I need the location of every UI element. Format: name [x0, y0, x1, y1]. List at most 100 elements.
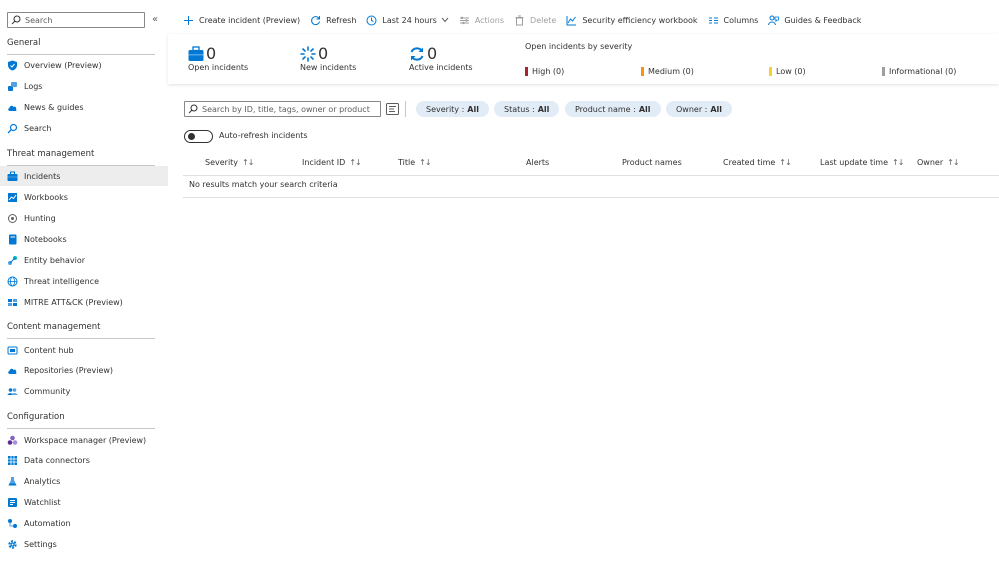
sidebar-item-logs[interactable]: Logs: [0, 76, 168, 96]
sidebar-item-hunting[interactable]: Hunting: [0, 208, 168, 228]
sidebar-item-notebooks[interactable]: Notebooks: [0, 229, 168, 249]
open-incidents-stat: 0 Open incidents: [188, 44, 249, 73]
severity-high-label: High (0): [532, 67, 565, 76]
divider: [405, 101, 406, 117]
sidebar-item-repositories[interactable]: Repositories (Preview): [0, 360, 168, 380]
sidebar-item-label: Repositories (Preview): [24, 365, 114, 375]
toggle-knob: [188, 133, 195, 140]
new-incidents-stat: 0 New incidents: [300, 44, 356, 73]
copilot-search-icon[interactable]: [386, 103, 399, 115]
divider: [183, 197, 999, 198]
delete-button[interactable]: Delete: [514, 15, 556, 26]
sidebar-item-automation[interactable]: Automation: [0, 513, 168, 533]
severity-high: High (0): [525, 67, 564, 76]
column-header-product-names[interactable]: Product names: [622, 158, 682, 167]
divider: [7, 338, 155, 339]
columns-icon: [708, 15, 719, 26]
section-threat-management-title: Threat management: [7, 149, 95, 159]
briefcase-icon: [188, 46, 204, 62]
column-header-incident-id[interactable]: Incident ID ↑↓: [302, 158, 362, 167]
sidebar-item-threat-intelligence[interactable]: Threat intelligence: [0, 271, 168, 291]
filter-name: Owner :: [676, 104, 708, 114]
sidebar-item-label: Incidents: [24, 171, 61, 181]
refresh-icon: [310, 15, 321, 26]
sidebar-item-workspace-manager[interactable]: Workspace manager (Preview): [0, 430, 168, 450]
severity-medium: Medium (0): [641, 67, 694, 76]
incident-summary: 0 Open incidents 0 New incidents 0 Activ…: [168, 34, 999, 84]
sidebar-item-analytics[interactable]: Analytics: [0, 471, 168, 491]
sidebar-item-incidents[interactable]: Incidents: [0, 166, 168, 186]
column-header-severity[interactable]: Severity ↑↓: [205, 158, 254, 167]
column-header-label: Incident ID: [302, 158, 346, 167]
incident-search-input[interactable]: Search by ID, title, tags, owner or prod…: [184, 101, 381, 117]
sidebar-item-news-guides[interactable]: News & guides: [0, 97, 168, 117]
create-incident-button[interactable]: Create incident (Preview): [183, 15, 300, 26]
logs-icon: [7, 81, 18, 92]
severity-low-label: Low (0): [776, 67, 806, 76]
new-incidents-count: 0: [318, 44, 329, 63]
status-filter[interactable]: Status : All: [494, 101, 560, 117]
notebook-icon: [7, 234, 18, 245]
sidebar-item-settings[interactable]: Settings: [0, 534, 168, 554]
filter-name: Status :: [504, 104, 535, 114]
sidebar-search-input[interactable]: Search: [7, 12, 145, 28]
trash-icon: [514, 15, 525, 26]
sidebar-item-data-connectors[interactable]: Data connectors: [0, 450, 168, 470]
cloud-icon: [7, 365, 18, 376]
guides-feedback-button[interactable]: Guides & Feedback: [768, 15, 861, 26]
security-efficiency-workbook-button[interactable]: Security efficiency workbook: [566, 15, 698, 26]
chart-icon: [566, 15, 577, 26]
severity-high-marker: [525, 67, 528, 76]
sort-icon: ↑↓: [242, 158, 254, 167]
workbook-icon: [7, 192, 18, 203]
severity-filter[interactable]: Severity : All: [416, 101, 489, 117]
gear-icon: [7, 539, 18, 550]
column-header-owner[interactable]: Owner ↑↓: [917, 158, 960, 167]
auto-refresh-toggle[interactable]: [184, 130, 213, 143]
refresh-button[interactable]: Refresh: [310, 15, 356, 26]
severity-informational: Informational (0): [882, 67, 956, 76]
entity-icon: [7, 255, 18, 266]
column-header-title[interactable]: Title ↑↓: [398, 158, 432, 167]
sidebar-item-mitre[interactable]: MITRE ATT&CK (Preview): [0, 292, 168, 312]
filter-value: All: [537, 104, 550, 114]
column-header-created-time[interactable]: Created time ↑↓: [723, 158, 792, 167]
sidebar-item-label: Entity behavior: [24, 255, 86, 265]
automation-icon: [7, 518, 18, 529]
sidebar-item-label: Notebooks: [24, 234, 67, 244]
sidebar: Search « General Overview (Preview) Logs…: [0, 0, 168, 574]
collapse-sidebar-icon[interactable]: «: [152, 14, 158, 25]
sidebar-item-label: Workspace manager (Preview): [24, 435, 147, 445]
owner-filter[interactable]: Owner : All: [666, 101, 733, 117]
sidebar-search-placeholder: Search: [25, 15, 53, 25]
sidebar-item-label: Community: [24, 386, 71, 396]
sidebar-item-entity-behavior[interactable]: Entity behavior: [0, 250, 168, 270]
severity-informational-marker: [882, 67, 885, 76]
grid-icon: [7, 455, 18, 466]
columns-button[interactable]: Columns: [708, 15, 758, 26]
sidebar-item-overview[interactable]: Overview (Preview): [0, 55, 168, 75]
column-header-label: Created time: [723, 158, 776, 167]
sidebar-item-content-hub[interactable]: Content hub: [0, 340, 168, 360]
search-icon: [11, 15, 21, 25]
open-incidents-count: 0: [206, 44, 217, 63]
sidebar-item-community[interactable]: Community: [0, 381, 168, 401]
column-header-alerts[interactable]: Alerts: [526, 158, 549, 167]
refresh-label: Refresh: [326, 15, 357, 25]
sidebar-item-label: News & guides: [24, 102, 84, 112]
sidebar-item-search[interactable]: Search: [0, 118, 168, 138]
sort-icon: ↑↓: [892, 158, 904, 167]
sidebar-item-label: Workbooks: [24, 192, 68, 202]
product-name-filter[interactable]: Product name : All: [565, 101, 661, 117]
filter-name: Severity :: [426, 104, 465, 114]
flask-icon: [7, 476, 18, 487]
severity-chart-title: Open incidents by severity: [525, 42, 633, 51]
time-range-label: Last 24 hours: [382, 15, 437, 25]
sidebar-item-watchlist[interactable]: Watchlist: [0, 492, 168, 512]
time-range-dropdown[interactable]: Last 24 hours: [366, 15, 449, 26]
sidebar-item-workbooks[interactable]: Workbooks: [0, 187, 168, 207]
actions-button[interactable]: Actions: [459, 15, 504, 26]
open-incidents-label: Open incidents: [188, 63, 249, 72]
column-header-last-update-time[interactable]: Last update time ↑↓: [820, 158, 904, 167]
sort-icon: ↑↓: [419, 158, 431, 167]
